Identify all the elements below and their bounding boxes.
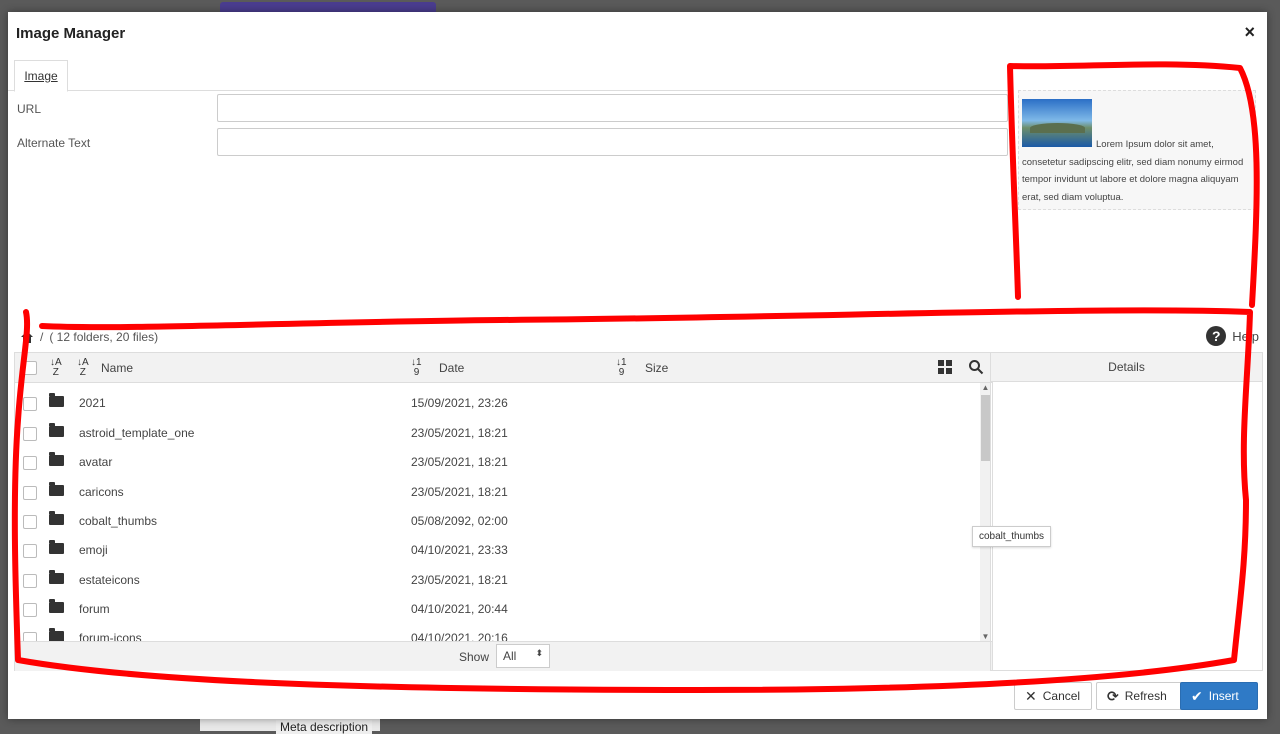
alt-text-label: Alternate Text xyxy=(17,136,91,150)
file-name: emoji xyxy=(79,543,108,557)
list-item[interactable]: estateicons 23/05/2021, 18:21 xyxy=(15,565,979,594)
select-arrows-icon: ⬍ xyxy=(535,648,543,658)
row-checkbox[interactable] xyxy=(23,574,37,588)
home-icon[interactable] xyxy=(20,330,34,344)
image-preview: Lorem Ipsum dolor sit amet, consetetur s… xyxy=(1018,90,1256,210)
show-label: Show xyxy=(459,650,490,664)
details-header: Details xyxy=(991,353,1262,382)
file-name: cobalt_thumbs xyxy=(79,514,158,528)
sort-alpha-icon[interactable]: ↓A Z xyxy=(77,358,89,378)
breadcrumb-separator: / xyxy=(40,330,44,344)
sort-numeric-icon[interactable]: ↓1 9 xyxy=(616,358,627,378)
folder-icon xyxy=(49,482,64,496)
column-date[interactable]: Date xyxy=(439,361,464,375)
file-name: caricons xyxy=(79,485,124,499)
refresh-label: Refresh xyxy=(1124,689,1167,703)
file-date: 15/09/2021, 23:26 xyxy=(411,396,508,410)
help-label: Help xyxy=(1232,328,1259,344)
row-checkbox[interactable] xyxy=(23,397,37,411)
check-icon: ✔ xyxy=(1191,687,1203,704)
file-list-header: ↓A Z ↓A Z Name ↓1 9 Date ↓1 9 Size xyxy=(15,353,992,383)
folder-icon xyxy=(49,423,64,437)
file-date: 23/05/2021, 18:21 xyxy=(411,455,508,469)
file-name: forum xyxy=(79,602,110,616)
row-checkbox[interactable] xyxy=(23,544,37,558)
grid-view-icon[interactable] xyxy=(938,360,952,374)
column-name[interactable]: Name xyxy=(101,361,133,375)
file-name: astroid_template_one xyxy=(79,426,195,440)
insert-button[interactable]: ✔ Insert xyxy=(1180,682,1258,710)
row-checkbox[interactable] xyxy=(23,427,37,441)
dialog-title: Image Manager xyxy=(16,25,126,42)
file-name: estateicons xyxy=(79,573,140,587)
show-select[interactable]: All ⬍ xyxy=(496,644,550,668)
file-list: ↓A Z ↓A Z Name ↓1 9 Date ↓1 9 Size 2021 1… xyxy=(14,352,993,671)
file-name: avatar xyxy=(79,455,113,469)
list-item[interactable]: astroid_template_one 23/05/2021, 18:21 xyxy=(15,418,979,447)
breadcrumb: / ( 12 folders, 20 files) xyxy=(20,330,158,344)
alt-text-input[interactable] xyxy=(217,128,1008,156)
file-list-footer: Show All ⬍ xyxy=(15,641,992,671)
file-date: 23/05/2021, 18:21 xyxy=(411,485,508,499)
url-label: URL xyxy=(17,102,42,116)
list-item[interactable]: 2021 15/09/2021, 23:26 xyxy=(15,388,979,417)
select-all-checkbox[interactable] xyxy=(23,361,37,375)
file-rows: 2021 15/09/2021, 23:26 astroid_template_o… xyxy=(15,383,979,641)
file-date: 23/05/2021, 18:21 xyxy=(411,573,508,587)
list-item[interactable]: emoji 04/10/2021, 23:33 xyxy=(15,535,979,564)
url-input[interactable] xyxy=(217,94,1008,122)
file-date: 23/05/2021, 18:21 xyxy=(411,426,508,440)
row-checkbox[interactable] xyxy=(23,632,37,641)
cancel-button[interactable]: ✕ Cancel xyxy=(1014,682,1092,710)
file-date: 05/08/2092, 02:00 xyxy=(411,514,508,528)
close-icon: ✕ xyxy=(1025,687,1037,704)
folder-icon xyxy=(49,540,64,554)
sort-numeric-icon[interactable]: ↓1 9 xyxy=(411,358,422,378)
list-item[interactable]: forum-icons 04/10/2021, 20:16 xyxy=(15,623,979,641)
tooltip: cobalt_thumbs xyxy=(972,526,1052,547)
details-panel: Details xyxy=(990,352,1263,671)
list-item[interactable]: cobalt_thumbs 05/08/2092, 02:00 xyxy=(15,506,979,535)
row-checkbox[interactable] xyxy=(23,456,37,470)
list-item[interactable]: caricons 23/05/2021, 18:21 xyxy=(15,477,979,506)
refresh-icon: ⟳ xyxy=(1107,687,1119,704)
scroll-thumb[interactable] xyxy=(981,395,990,461)
sort-alpha-icon[interactable]: ↓A Z xyxy=(50,358,62,378)
refresh-button[interactable]: ⟳ Refresh xyxy=(1096,682,1182,710)
file-date: 04/10/2021, 20:16 xyxy=(411,631,508,641)
folder-icon xyxy=(49,628,64,641)
search-icon[interactable] xyxy=(968,359,984,375)
folder-icon xyxy=(49,570,64,584)
close-icon[interactable]: × xyxy=(1244,22,1255,43)
file-name: 2021 xyxy=(79,396,106,410)
tab-bar: Image xyxy=(8,58,1008,92)
help-link[interactable]: ? Help xyxy=(1206,326,1259,346)
folder-summary: ( 12 folders, 20 files) xyxy=(49,330,159,344)
background-meta-label: Meta description xyxy=(276,720,373,734)
file-date: 04/10/2021, 23:33 xyxy=(411,543,508,557)
folder-icon xyxy=(49,452,64,466)
file-date: 04/10/2021, 20:44 xyxy=(411,602,508,616)
tab-image[interactable]: Image xyxy=(14,60,68,92)
help-icon: ? xyxy=(1206,326,1227,346)
row-checkbox[interactable] xyxy=(23,486,37,500)
insert-label: Insert xyxy=(1208,689,1239,703)
folder-icon xyxy=(49,511,64,525)
folder-icon xyxy=(49,599,64,613)
preview-text: Lorem Ipsum dolor sit amet, consetetur s… xyxy=(1022,139,1244,203)
folder-icon xyxy=(49,393,64,407)
list-item[interactable]: avatar 23/05/2021, 18:21 xyxy=(15,447,979,476)
column-size[interactable]: Size xyxy=(645,361,668,375)
cancel-label: Cancel xyxy=(1042,689,1081,703)
row-checkbox[interactable] xyxy=(23,515,37,529)
image-manager-dialog: Image Manager × Image URL Alternate Text… xyxy=(8,12,1267,719)
file-name: forum-icons xyxy=(79,631,142,641)
list-item[interactable]: forum 04/10/2021, 20:44 xyxy=(15,594,979,623)
show-select-value: All xyxy=(503,649,517,663)
row-checkbox[interactable] xyxy=(23,603,37,617)
